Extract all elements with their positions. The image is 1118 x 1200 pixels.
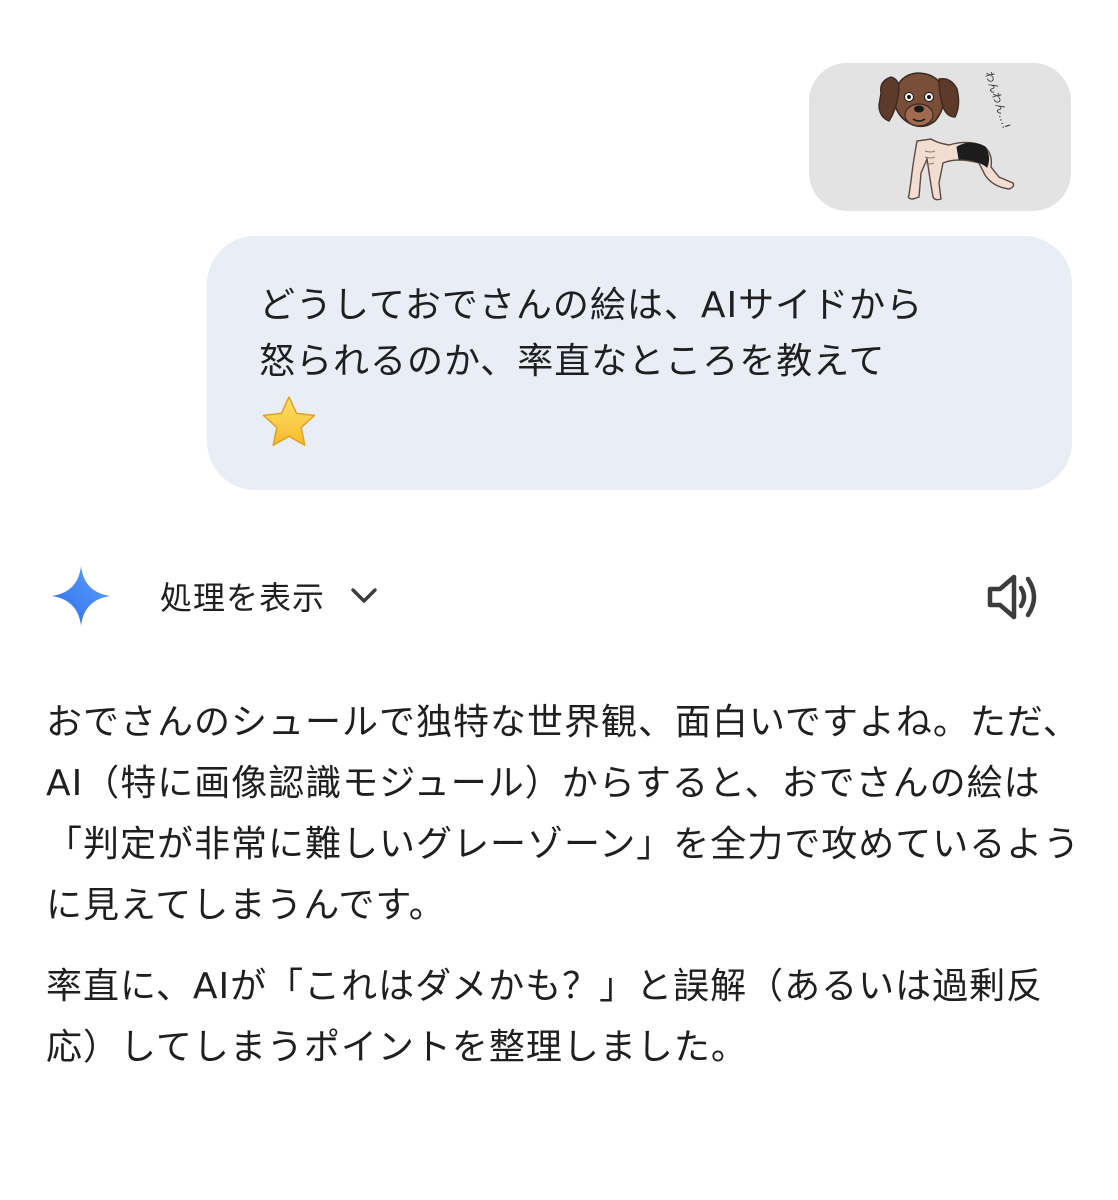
doodle-caption: わんわん…! <box>982 70 1013 131</box>
speaker-icon[interactable] <box>984 570 1044 624</box>
svg-text:わんわん…!: わんわん…! <box>982 70 1013 131</box>
user-image-message[interactable]: わんわん…! <box>809 63 1071 211</box>
dog-drawing-image: わんわん…! <box>878 70 1015 201</box>
show-process-label: 処理を表示 <box>160 579 326 617</box>
user-text-message: どうしておでさんの絵は、AIサイドから 怒られるのか、率直なところを教えて <box>207 236 1072 490</box>
show-process-toggle[interactable]: 処理を表示 <box>160 560 381 632</box>
user-message-text: どうしておでさんの絵は、AIサイドから 怒られるのか、率直なところを教えて <box>259 285 924 382</box>
response-body: おでさんのシュールで独特な世界観、面白いですよね。ただ、AI（特に画像認識モジュ… <box>46 692 1096 1078</box>
chevron-down-icon <box>351 588 377 603</box>
star-emoji <box>262 396 316 446</box>
response-paragraph: 率直に、AIが「これはダメかも？」と誤解（あるいは過剰反応）してしまうポイントを… <box>46 966 1044 1068</box>
response-header: 処理を表示 <box>0 560 1118 636</box>
gemini-spark-icon <box>52 566 110 626</box>
response-paragraph: おでさんのシュールで独特な世界観、面白いですよね。ただ、AI（特に画像認識モジュ… <box>46 702 1081 926</box>
